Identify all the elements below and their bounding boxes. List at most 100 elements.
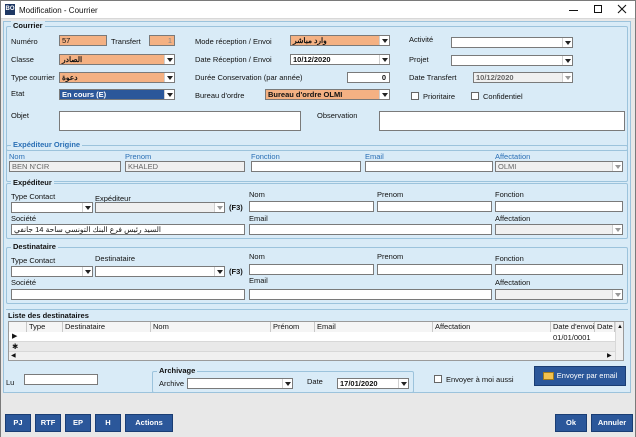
archive-select[interactable] xyxy=(187,378,293,389)
chevron-down-icon xyxy=(562,38,572,47)
etat-value: En cours (E) xyxy=(62,90,107,99)
archive-date-field[interactable]: 17/01/2020 xyxy=(337,378,409,389)
scroll-right-icon[interactable]: ▶ xyxy=(607,352,612,361)
type-courrier-label: Type courrier xyxy=(11,73,55,82)
rtf-button[interactable]: RTF xyxy=(35,414,61,432)
classe-select[interactable]: الصادر xyxy=(59,54,175,65)
col-date-envoi[interactable]: Date d'envoi xyxy=(551,322,595,332)
confidentiel-checkbox[interactable] xyxy=(471,92,479,100)
dest-destinataire-select[interactable] xyxy=(95,266,225,277)
pj-button[interactable]: PJ xyxy=(5,414,31,432)
liste-destinataires: Liste des destinataires Type Destinatair… xyxy=(6,309,628,361)
table-row[interactable]: ▶ 01/01/0001 xyxy=(9,332,615,342)
chevron-down-icon xyxy=(214,267,224,276)
actions-button[interactable]: Actions xyxy=(125,414,173,432)
origine-nom-field[interactable]: BEN N'CIR xyxy=(9,161,121,172)
minimize-icon xyxy=(569,10,578,11)
table-hscroll[interactable]: ◀ ▶ xyxy=(9,351,615,360)
maximize-icon xyxy=(594,5,602,13)
bureau-select[interactable]: Bureau d'ordre OLMI xyxy=(265,89,390,100)
lu-field[interactable] xyxy=(24,374,98,385)
origine-affectation-select[interactable]: OLMI xyxy=(495,161,623,172)
observation-textarea[interactable] xyxy=(379,111,625,131)
col-rowhdr xyxy=(9,322,27,332)
dest-email-field[interactable] xyxy=(249,289,492,300)
exp-nom-field[interactable] xyxy=(249,201,374,212)
envoyer-email-label: Envoyer par email xyxy=(556,371,618,380)
date-transfert-field[interactable]: 10/12/2020 xyxy=(473,72,573,83)
col-nom[interactable]: Nom xyxy=(151,322,271,332)
col-destinataire[interactable]: Destinataire xyxy=(63,322,151,332)
type-courrier-select[interactable]: دعوة xyxy=(59,72,175,83)
expediteur-origine-title: Expéditeur Origine xyxy=(11,140,83,149)
col-type[interactable]: Type xyxy=(27,322,63,332)
date-reception-field[interactable]: 10/12/2020 xyxy=(290,54,390,65)
liste-title: Liste des destinataires xyxy=(8,311,89,320)
exp-expediteur-select[interactable] xyxy=(95,202,225,213)
col-prenom[interactable]: Prénom xyxy=(271,322,315,332)
annuler-button[interactable]: Annuler xyxy=(591,414,633,432)
date-transfert-label: Date Transfert xyxy=(409,73,457,82)
expediteur-group: Expéditeur Type Contact Expéditeur (F3) … xyxy=(6,178,628,239)
etat-label: Etat xyxy=(11,89,25,98)
col-affectation[interactable]: Affectation xyxy=(433,322,551,332)
numero-field[interactable]: 57 xyxy=(59,35,107,46)
objet-textarea[interactable] xyxy=(59,111,301,131)
dest-societe-label: Société xyxy=(11,278,37,287)
activite-select[interactable] xyxy=(451,37,573,48)
projet-select[interactable] xyxy=(451,55,573,66)
dest-type-contact-select[interactable] xyxy=(11,266,93,277)
dest-email-label: Email xyxy=(249,276,268,285)
courrier-group: Courrier Numéro 57 Transfert 1 Classe ال… xyxy=(6,21,628,151)
maximize-button[interactable] xyxy=(587,1,609,18)
exp-societe-label: Société xyxy=(11,214,37,223)
origine-fonction-label: Fonction xyxy=(251,152,280,161)
col-date-l[interactable]: Date L xyxy=(595,322,615,332)
close-button[interactable] xyxy=(611,1,633,18)
origine-prenom-field[interactable]: KHALED xyxy=(125,161,245,172)
exp-societe-field[interactable]: السيد رئيس فرع البنك التونسي ساحة 14 جان… xyxy=(11,224,245,235)
bureau-value: Bureau d'ordre OLMI xyxy=(268,90,343,99)
dest-societe-field[interactable] xyxy=(11,289,245,300)
table-vscroll[interactable]: ▲ xyxy=(615,322,623,360)
dest-type-contact-label: Type Contact xyxy=(11,256,56,265)
dest-prenom-field[interactable] xyxy=(377,264,492,275)
envoyer-moi-label: Envoyer à moi aussi xyxy=(446,375,514,384)
envoyer-moi-checkbox[interactable] xyxy=(434,375,442,383)
chevron-down-icon xyxy=(164,90,174,99)
origine-fonction-field[interactable] xyxy=(251,161,361,172)
origine-email-field[interactable] xyxy=(365,161,493,172)
exp-affectation-select[interactable] xyxy=(495,224,623,235)
dest-fonction-label: Fonction xyxy=(495,254,524,263)
transfert-field[interactable]: 1 xyxy=(149,35,175,46)
expediteur-origine-group: Expéditeur Origine Nom BEN N'CIR Prenom … xyxy=(6,140,628,182)
ep-button[interactable]: EP xyxy=(65,414,91,432)
col-email[interactable]: Email xyxy=(315,322,433,332)
h-button[interactable]: H xyxy=(95,414,121,432)
dest-affectation-select[interactable] xyxy=(495,289,623,300)
dest-nom-field[interactable] xyxy=(249,264,374,275)
destinataires-table[interactable]: Type Destinataire Nom Prénom Email Affec… xyxy=(8,321,624,361)
exp-email-field[interactable] xyxy=(249,224,492,235)
scroll-left-icon[interactable]: ◀ xyxy=(11,352,16,361)
exp-prenom-field[interactable] xyxy=(377,201,492,212)
scroll-up-icon[interactable]: ▲ xyxy=(617,323,623,332)
exp-fonction-field[interactable] xyxy=(495,201,623,212)
mode-select[interactable]: وارد مباشر xyxy=(290,35,390,46)
table-new-row[interactable]: ✱ xyxy=(9,342,615,351)
dest-destinataire-label: Destinataire xyxy=(95,254,136,263)
envoyer-email-button[interactable]: Envoyer par email xyxy=(534,366,626,386)
ok-button[interactable]: Ok xyxy=(555,414,587,432)
chevron-down-icon xyxy=(214,203,224,212)
new-row-icon: ✱ xyxy=(12,342,19,351)
prioritaire-label: Prioritaire xyxy=(423,92,456,101)
prioritaire-checkbox[interactable] xyxy=(411,92,419,100)
chevron-down-icon xyxy=(612,290,622,299)
duree-label: Durée Conservation (par année) xyxy=(195,73,303,82)
duree-field[interactable]: 0 xyxy=(347,72,390,83)
etat-select[interactable]: En cours (E) xyxy=(59,89,175,100)
duree-value: 0 xyxy=(381,73,386,82)
minimize-button[interactable] xyxy=(563,1,585,18)
dest-fonction-field[interactable] xyxy=(495,264,623,275)
exp-type-contact-select[interactable] xyxy=(11,202,93,213)
